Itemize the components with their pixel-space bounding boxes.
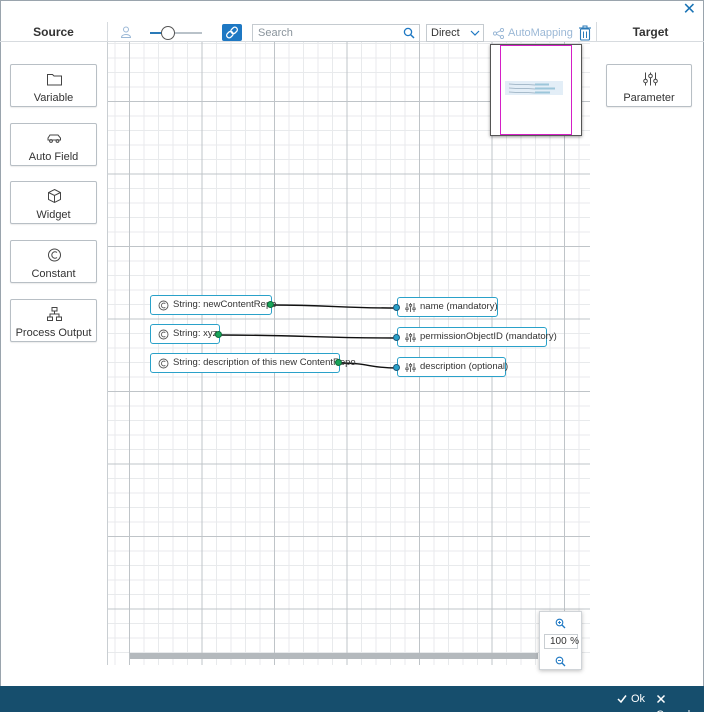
- divider: [107, 42, 108, 665]
- input-port[interactable]: [393, 304, 400, 311]
- cube-icon: [48, 188, 61, 204]
- divider: [107, 22, 108, 42]
- car-icon: [47, 134, 61, 143]
- horizontal-scrollbar[interactable]: [130, 653, 538, 659]
- source-node-label: String: xyz: [173, 328, 218, 339]
- zoom-slider-handle[interactable]: [161, 26, 175, 40]
- source-item-label: Widget: [36, 209, 71, 221]
- output-port[interactable]: [335, 359, 342, 366]
- dialog-footer: Ok Cancel: [0, 686, 704, 721]
- target-node-label: permissionObjectID (mandatory): [420, 331, 557, 342]
- constant-icon: [158, 300, 169, 311]
- zoom-level-value: 100: [550, 636, 567, 647]
- automapping-button[interactable]: AutoMapping: [492, 24, 573, 42]
- ok-button[interactable]: Ok: [617, 691, 645, 707]
- source-item-label: Auto Field: [28, 151, 79, 163]
- divider: [596, 22, 597, 42]
- zoom-level-unit: %: [570, 636, 579, 647]
- close-icon[interactable]: ✕: [683, 2, 696, 18]
- source-item-constant[interactable]: Constant: [10, 240, 97, 283]
- target-node[interactable]: name (mandatory): [397, 297, 498, 317]
- mapping-mode-value: Direct: [431, 27, 460, 39]
- target-item-parameter[interactable]: Parameter: [606, 64, 692, 107]
- cancel-button[interactable]: Cancel: [656, 691, 704, 721]
- sliders-icon: [405, 363, 416, 372]
- close-icon: [656, 695, 666, 704]
- source-item-auto-field[interactable]: Auto Field: [10, 123, 97, 166]
- input-port[interactable]: [393, 364, 400, 371]
- zoom-out-icon[interactable]: [555, 656, 566, 667]
- target-node[interactable]: permissionObjectID (mandatory): [397, 327, 557, 347]
- link-mode-button[interactable]: [222, 24, 242, 41]
- target-node[interactable]: description (optional): [397, 357, 509, 377]
- sliders-icon: [405, 303, 416, 312]
- source-item-label: Constant: [31, 268, 76, 280]
- zoom-control: 100 %: [539, 611, 582, 670]
- minimap[interactable]: [490, 44, 582, 136]
- sliders-icon: [405, 333, 416, 342]
- zoom-level-field[interactable]: 100 %: [544, 634, 579, 649]
- user-icon[interactable]: [120, 26, 132, 38]
- cancel-label: Cancel: [656, 709, 691, 721]
- source-item-label: Process Output: [15, 327, 92, 339]
- search-box: [252, 24, 420, 42]
- source-item-widget[interactable]: Widget: [10, 181, 97, 224]
- source-item-label: Variable: [33, 92, 74, 104]
- link-icon: [226, 26, 238, 39]
- zoom-in-icon[interactable]: [555, 618, 566, 629]
- constant-icon: [158, 358, 169, 369]
- target-column-title: Target: [632, 25, 669, 39]
- source-column-title: Source: [33, 25, 74, 39]
- automapping-label: AutoMapping: [508, 27, 573, 39]
- source-item-variable[interactable]: Variable: [10, 64, 97, 107]
- target-node-label: description (optional): [420, 361, 509, 372]
- target-node-label: name (mandatory): [420, 301, 498, 312]
- mapping-mode-select[interactable]: Direct: [426, 24, 484, 42]
- process-tree-icon: [47, 307, 62, 321]
- constant-icon: [48, 248, 61, 262]
- constant-icon: [158, 329, 169, 340]
- input-port[interactable]: [393, 334, 400, 341]
- search-input[interactable]: [253, 25, 393, 41]
- folder-icon: [47, 74, 62, 86]
- chevron-down-icon: [470, 30, 480, 36]
- check-icon: [617, 695, 627, 704]
- source-node-label: String: newContentRepo: [173, 299, 277, 310]
- share-nodes-icon: [492, 27, 505, 39]
- output-port[interactable]: [267, 301, 274, 308]
- source-node[interactable]: String: newContentRepo: [150, 295, 277, 315]
- trash-icon[interactable]: [578, 25, 592, 41]
- source-item-process-output[interactable]: Process Output: [10, 299, 97, 342]
- search-icon[interactable]: [403, 27, 415, 39]
- ok-label: Ok: [631, 693, 646, 705]
- source-node[interactable]: String: description of this new ContentR…: [150, 353, 356, 373]
- source-node[interactable]: String: xyz: [150, 324, 220, 344]
- sliders-icon: [643, 72, 658, 86]
- minimap-viewport[interactable]: [500, 45, 572, 135]
- source-node-label: String: description of this new ContentR…: [173, 357, 356, 368]
- target-item-label: Parameter: [623, 92, 675, 104]
- output-port[interactable]: [215, 331, 222, 338]
